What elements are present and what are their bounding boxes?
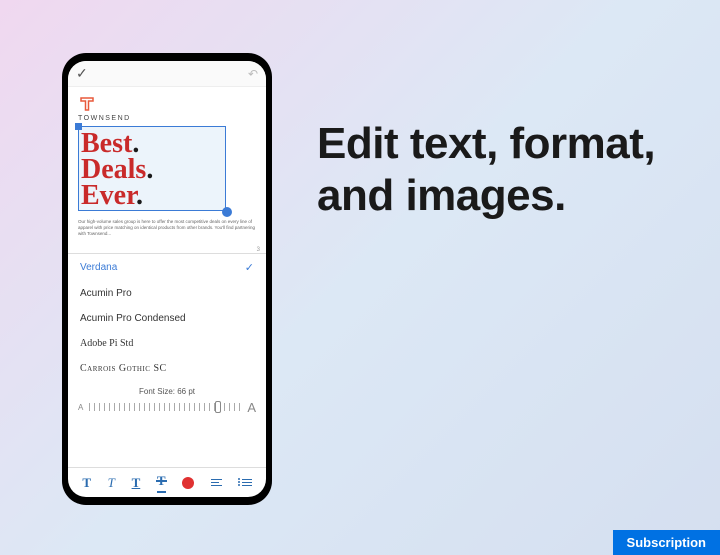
font-option-acumin-condensed[interactable]: Acumin Pro Condensed [68,306,266,331]
font-size-slider-row: A A [68,400,266,421]
phone-screen: ✓ ↶ TOWNSEND Best. Deals. Ever. Our high… [68,61,266,497]
font-option-carrois[interactable]: Carrois Gothic SC [68,356,266,381]
italic-button[interactable]: T [108,475,115,491]
text-selection-box[interactable]: Best. Deals. Ever. [78,126,226,211]
selection-handle-tl[interactable] [75,123,82,130]
selection-handle-br[interactable] [222,207,232,217]
font-option-verdana[interactable]: Verdana ✓ [68,254,266,281]
font-option-acumin-pro[interactable]: Acumin Pro [68,281,266,306]
check-icon: ✓ [245,261,254,274]
app-top-bar: ✓ ↶ [68,61,266,87]
font-size-slider[interactable] [89,400,241,414]
selected-text[interactable]: Best. Deals. Ever. [81,131,223,208]
bold-button[interactable]: T [82,475,91,491]
slider-min-label: A [78,403,83,412]
color-button[interactable] [182,477,194,489]
font-size-label: Font Size: 66 pt [68,381,266,400]
subscription-badge: Subscription [613,530,720,555]
confirm-icon[interactable]: ✓ [76,65,88,82]
brand-name: TOWNSEND [78,115,131,122]
phone-mockup: ✓ ↶ TOWNSEND Best. Deals. Ever. Our high… [62,53,272,505]
body-paragraph: Our high-volume sales group is here to o… [78,219,256,237]
slider-max-label: A [247,400,256,415]
undo-icon[interactable]: ↶ [248,67,258,81]
font-option-adobe-pi[interactable]: Adobe Pi Std [68,331,266,356]
marketing-headline: Edit text, format, and images. [317,118,720,222]
font-button[interactable]: T [157,473,166,493]
align-button[interactable] [211,479,222,487]
brand-logo: TOWNSEND [78,95,256,122]
format-toolbar: T T T T [68,467,266,497]
list-button[interactable] [239,479,252,487]
font-picker-list: Verdana ✓ Acumin Pro Acumin Pro Condense… [68,253,266,381]
underline-button[interactable]: T [132,475,141,491]
townsend-logo-icon [78,95,96,113]
document-area: TOWNSEND Best. Deals. Ever. Our high-vol… [68,87,266,243]
slider-thumb[interactable] [215,401,221,413]
